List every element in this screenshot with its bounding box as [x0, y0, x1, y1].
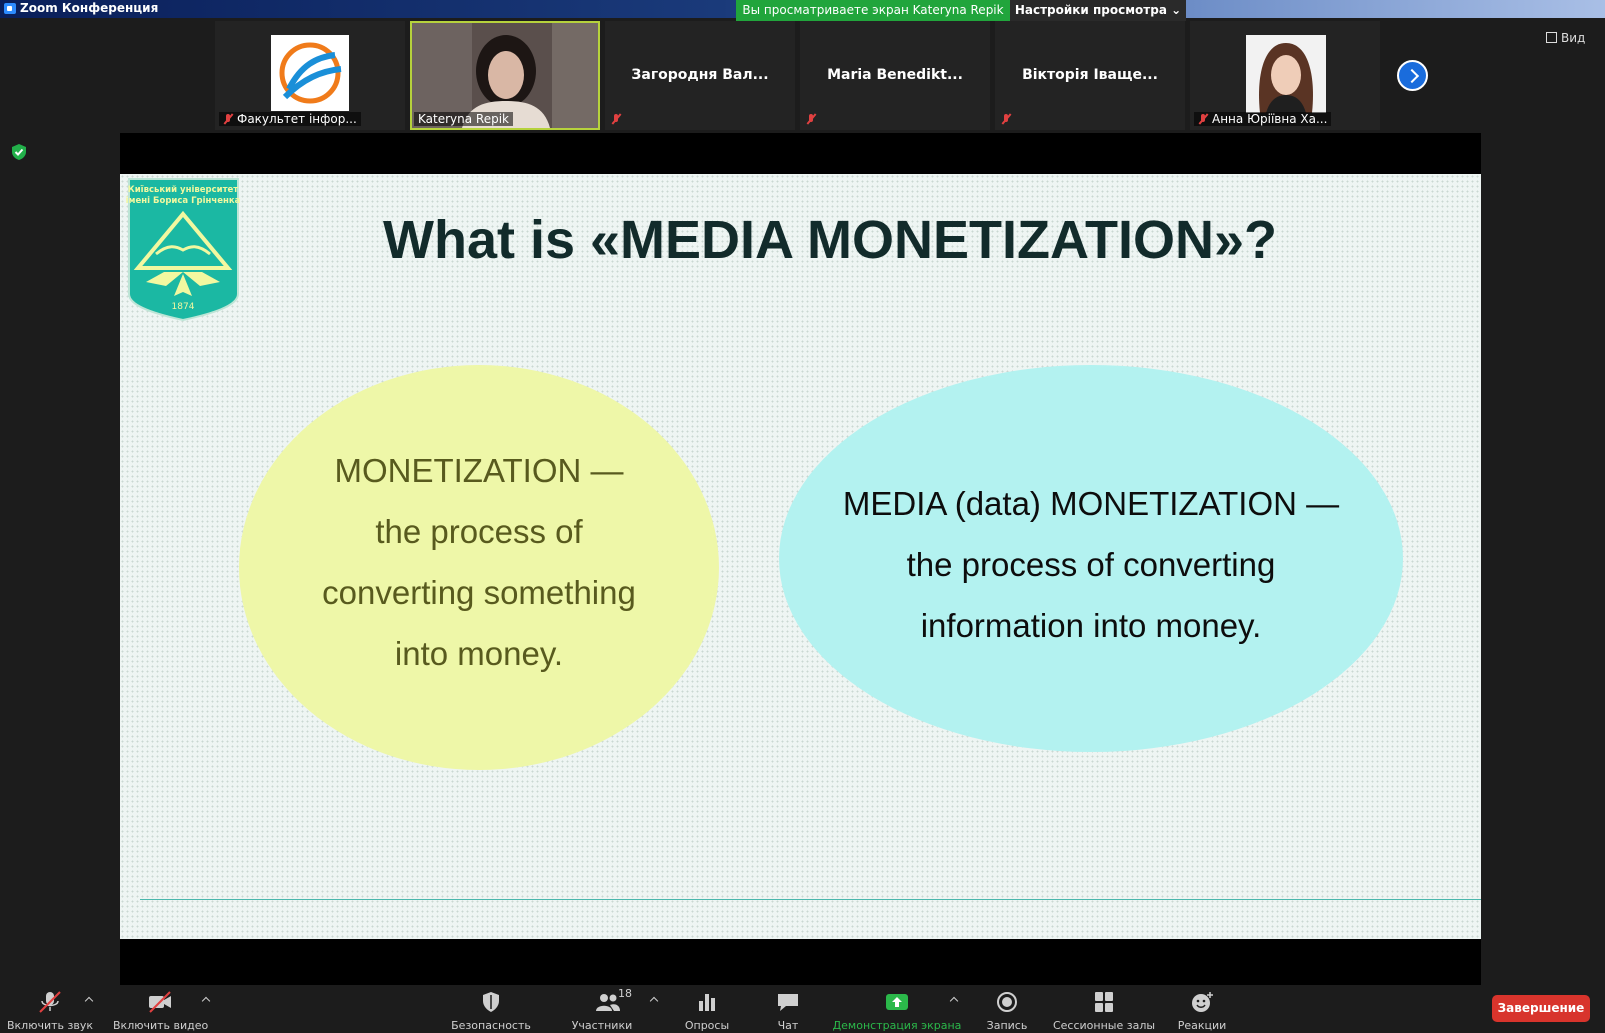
reactions-smiley-icon — [1192, 992, 1213, 1012]
polls-chart-icon — [699, 994, 715, 1011]
share-screen-arrow-icon — [886, 994, 908, 1010]
monetization-bubble: MONETIZATION — the process of converting… — [239, 365, 719, 770]
svg-text:Київський університет: Київський університет — [128, 184, 238, 195]
meeting-toolbar: Включить звук Включить видео Безопасност… — [0, 985, 1605, 1033]
muted-microphone-icon — [39, 991, 61, 1013]
muted-mic-icon — [1198, 114, 1208, 124]
security-button[interactable]: Безопасность — [450, 985, 532, 1033]
unmute-label: Включить звук — [6, 1019, 93, 1032]
video-off-icon — [149, 991, 171, 1013]
faculty-logo-avatar — [271, 35, 349, 111]
participant-name: Факультет інфор... — [219, 112, 361, 126]
start-video-label: Включить видео — [113, 1019, 209, 1032]
sharing-banner: Вы просматриваете экран Kateryna Repik — [736, 0, 1010, 21]
chat-label: Чат — [777, 1019, 799, 1032]
slide-title: What is «MEDIA MONETIZATION»? — [382, 210, 1277, 270]
media-monetization-definition: MEDIA (data) MONETIZATION — the process … — [842, 485, 1340, 644]
participant-tile[interactable]: Вікторія Іваще... — [995, 21, 1185, 130]
polls-label: Опросы — [684, 1019, 730, 1032]
participant-name: Maria Benedikt... — [827, 67, 963, 83]
encryption-shield-icon[interactable] — [10, 143, 28, 161]
end-meeting-button[interactable]: Завершение — [1492, 995, 1590, 1022]
participants-label: Участники — [571, 1019, 633, 1032]
window-title: Zoom Конференция — [20, 1, 159, 15]
participant-tile[interactable]: Факультет інфор... — [215, 21, 405, 130]
breakout-rooms-label: Сессионные залы — [1052, 1019, 1156, 1032]
presentation-slide: Київський університет імені Бориса Грінч… — [120, 174, 1481, 939]
svg-text:1874: 1874 — [172, 302, 195, 312]
grid-view-icon — [1546, 32, 1557, 43]
security-label: Безопасность — [451, 1019, 531, 1032]
participant-tile[interactable]: Maria Benedikt... — [800, 21, 990, 130]
unmute-button[interactable]: Включить звук — [6, 985, 94, 1033]
svg-text:імені Бориса Грінченка: імені Бориса Грінченка — [126, 195, 241, 206]
start-video-button[interactable]: Включить видео — [113, 985, 209, 1033]
participant-name: Загородня Вал... — [631, 67, 769, 83]
record-label: Запись — [986, 1019, 1028, 1032]
audio-options-caret-icon[interactable] — [85, 995, 93, 1003]
video-options-caret-icon[interactable] — [202, 995, 210, 1003]
view-settings-label: Настройки просмотра — [1014, 3, 1167, 17]
share-screen-button[interactable]: Демонстрация экрана — [832, 985, 962, 1033]
chat-button[interactable]: Чат — [767, 985, 809, 1033]
record-button[interactable]: Запись — [982, 985, 1032, 1033]
participant-name: Вікторія Іваще... — [1022, 67, 1158, 83]
shared-screen: Київський університет імені Бориса Грінч… — [120, 133, 1481, 985]
participants-button[interactable]: 18 Участники — [566, 985, 638, 1033]
muted-mic-icon — [223, 114, 233, 124]
participant-tile[interactable]: Загородня Вал... — [605, 21, 795, 130]
slide-divider-line — [140, 899, 1481, 900]
view-button[interactable]: Вид — [1546, 31, 1585, 45]
muted-mic-icon — [806, 114, 816, 124]
polls-button[interactable]: Опросы — [680, 985, 734, 1033]
zoom-app-icon — [4, 3, 16, 14]
share-options-caret-icon[interactable] — [950, 995, 958, 1003]
university-logo: Київський університет імені Бориса Грінч… — [126, 178, 241, 321]
reactions-button[interactable]: Реакции — [1175, 985, 1229, 1033]
record-icon — [997, 992, 1017, 1012]
participants-options-caret-icon[interactable] — [650, 995, 658, 1003]
participant-tile[interactable]: Анна Юріївна Ха... — [1190, 21, 1380, 130]
muted-mic-icon — [1001, 114, 1011, 124]
chevron-down-icon: ⌄ — [1171, 3, 1182, 17]
security-shield-icon — [483, 992, 499, 1012]
breakout-rooms-button[interactable]: Сессионные залы — [1052, 985, 1156, 1033]
share-screen-label: Демонстрация экрана — [832, 1019, 962, 1032]
participant-tile-active-speaker[interactable]: Kateryna Repik — [410, 21, 600, 130]
media-monetization-bubble: MEDIA (data) MONETIZATION — the process … — [779, 365, 1403, 752]
participant-name: Kateryna Repik — [414, 112, 513, 126]
reactions-label: Реакции — [1177, 1019, 1227, 1032]
view-settings-button[interactable]: Настройки просмотра ⌄ — [1010, 0, 1186, 21]
participant-photo-avatar — [1246, 35, 1326, 113]
participants-count: 18 — [618, 987, 632, 1000]
breakout-rooms-grid-icon — [1095, 992, 1113, 1012]
next-page-arrow-icon[interactable] — [1397, 60, 1428, 91]
muted-mic-icon — [611, 114, 621, 124]
participant-name: Анна Юріївна Ха... — [1194, 112, 1332, 126]
monetization-definition: MONETIZATION — the process of converting… — [322, 452, 636, 672]
view-button-label: Вид — [1561, 31, 1586, 45]
chat-bubble-icon — [778, 994, 798, 1011]
